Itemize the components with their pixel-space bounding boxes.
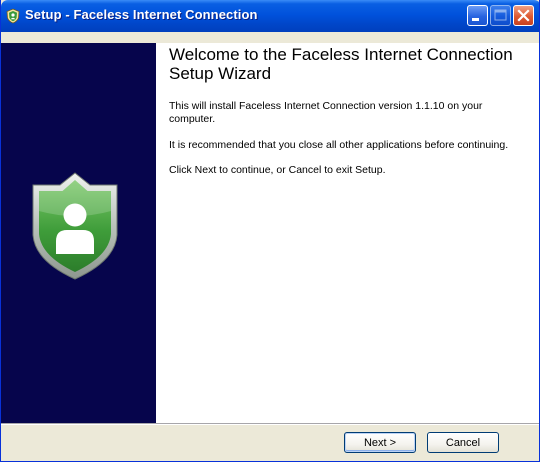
window-title: Setup - Faceless Internet Connection [25, 7, 258, 22]
install-info-text: This will install Faceless Internet Conn… [169, 100, 483, 125]
next-button[interactable]: Next > [344, 432, 416, 453]
minimize-icon [472, 18, 479, 21]
page-title: Welcome to the Faceless Internet Connect… [169, 45, 513, 83]
title-bar[interactable]: Setup - Faceless Internet Connection [1, 0, 539, 32]
minimize-button[interactable] [467, 5, 488, 26]
close-icon [517, 9, 530, 22]
setup-shield-icon [6, 8, 20, 24]
wizard-sidebar-image [1, 43, 156, 423]
recommendation-text: It is recommended that you close all oth… [169, 139, 509, 151]
instruction-text: Click Next to continue, or Cancel to exi… [169, 164, 386, 176]
cancel-button[interactable]: Cancel [427, 432, 499, 453]
maximize-button[interactable] [490, 5, 511, 26]
shield-user-icon [32, 172, 118, 280]
wizard-content: Welcome to the Faceless Internet Connect… [156, 43, 539, 423]
maximize-icon [494, 9, 507, 21]
setup-window: Setup - Faceless Internet Connection Wel… [0, 0, 540, 462]
close-button[interactable] [513, 5, 534, 26]
